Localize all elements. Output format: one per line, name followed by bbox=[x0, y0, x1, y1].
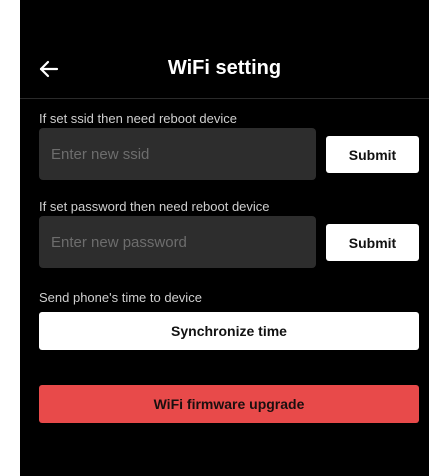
password-submit-button[interactable]: Submit bbox=[326, 224, 419, 261]
page-title: WiFi setting bbox=[167, 57, 282, 79]
ssid-submit-button[interactable]: Submit bbox=[326, 136, 419, 173]
wifi-setting-screen: WiFi setting If set ssid then need reboo… bbox=[20, 0, 429, 476]
ssid-hint: If set ssid then need reboot device bbox=[39, 111, 238, 126]
wifi-firmware-upgrade-button[interactable]: WiFi firmware upgrade bbox=[39, 385, 419, 423]
ssid-input[interactable] bbox=[39, 128, 316, 180]
password-input[interactable] bbox=[39, 216, 316, 268]
time-sync-hint: Send phone's time to device bbox=[39, 290, 202, 305]
password-hint: If set password then need reboot device bbox=[39, 199, 270, 214]
header: WiFi setting bbox=[20, 40, 429, 98]
header-divider bbox=[20, 98, 429, 99]
synchronize-time-button[interactable]: Synchronize time bbox=[39, 312, 419, 350]
